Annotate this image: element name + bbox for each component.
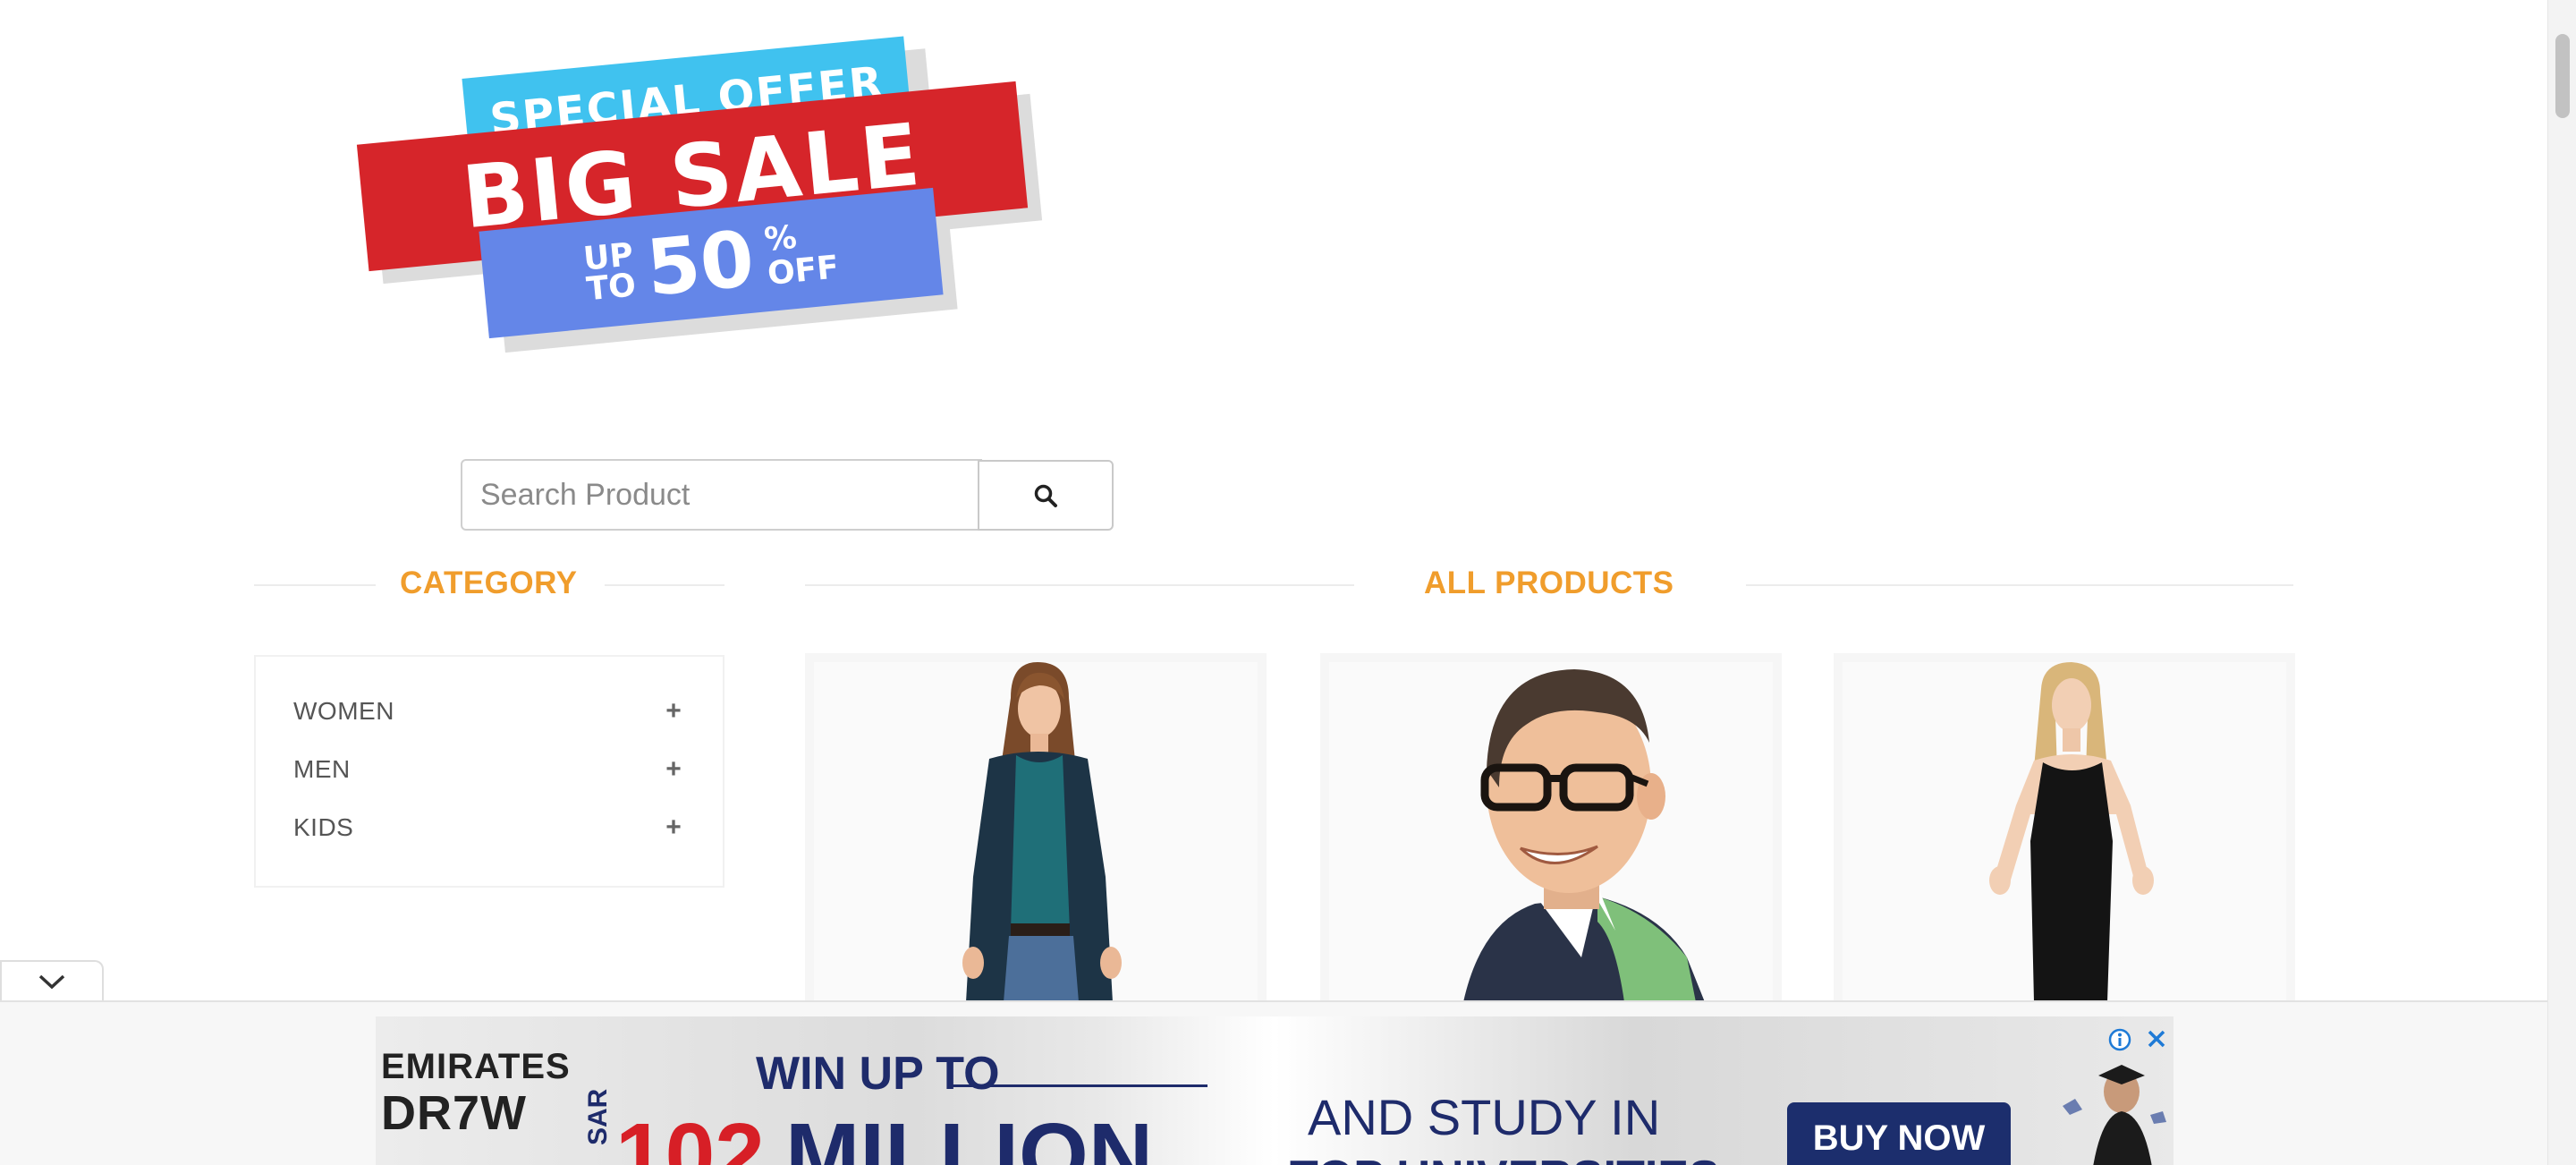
ad-headline: WIN UP TO xyxy=(756,1048,1000,1100)
expand-plus-icon[interactable]: + xyxy=(660,754,687,785)
banner-percent-value: 50 xyxy=(642,214,758,314)
category-item-label: MEN xyxy=(293,755,351,783)
category-item-men[interactable]: MEN + xyxy=(293,747,687,792)
category-title-line-right xyxy=(605,584,724,586)
woman-casual-photo[interactable] xyxy=(814,662,1258,1002)
products-title-line-right xyxy=(1746,584,2293,586)
banner-percent-off: % OFF xyxy=(763,217,841,293)
page-scrollbar[interactable] xyxy=(2547,0,2576,1165)
banner-discount: UP TO 50 % OFF xyxy=(580,207,841,320)
ad-brand-line1: EMIRATES xyxy=(381,1047,571,1086)
ad-info-icon[interactable] xyxy=(2107,1027,2132,1052)
banner-off-text: OFF xyxy=(766,249,841,293)
category-item-women[interactable]: WOMEN + xyxy=(293,689,687,734)
ad-bar: EMIRATES DR7W SAR WIN UP TO 102 MILLION … xyxy=(0,1000,2547,1165)
ad-banner[interactable]: EMIRATES DR7W SAR WIN UP TO 102 MILLION … xyxy=(376,1016,2174,1165)
product-card[interactable] xyxy=(1834,653,2295,1011)
woman-black-dress-photo[interactable] xyxy=(1843,662,2286,1002)
category-panel: WOMEN + MEN + KIDS + xyxy=(254,655,724,888)
chevron-down-icon xyxy=(38,974,65,990)
category-title-line-left xyxy=(254,584,376,586)
ad-subline2: TOP UNIVERSITIES xyxy=(1290,1151,1720,1165)
banner-up-to: UP TO xyxy=(581,236,638,309)
banner-to-text: TO xyxy=(584,267,638,309)
ad-close-icon[interactable] xyxy=(2143,1025,2170,1052)
ad-currency: SAR xyxy=(583,1088,613,1145)
ad-subline: AND STUDY IN xyxy=(1308,1089,1661,1145)
search-button[interactable] xyxy=(978,460,1114,531)
expand-plus-icon[interactable]: + xyxy=(660,812,687,843)
search-icon xyxy=(1034,484,1057,507)
ad-graduate-image xyxy=(2063,1065,2166,1165)
category-item-label: WOMEN xyxy=(293,697,394,725)
products-title-line-left xyxy=(805,584,1354,586)
man-glasses-photo[interactable] xyxy=(1329,662,1773,1002)
category-title: CATEGORY xyxy=(400,565,578,600)
ad-buy-now-button[interactable]: BUY NOW xyxy=(1787,1102,2011,1165)
scrollbar-thumb[interactable] xyxy=(2555,34,2570,118)
product-card[interactable] xyxy=(1320,653,1782,1011)
ad-collapse-button[interactable] xyxy=(0,960,104,1001)
expand-plus-icon[interactable]: + xyxy=(660,696,687,727)
ad-amount: 102 xyxy=(615,1105,765,1165)
search-bar xyxy=(461,459,1114,531)
category-item-kids[interactable]: KIDS + xyxy=(293,805,687,850)
big-sale-banner: SPECIAL OFFER BIG SALE UP TO 50 % OFF xyxy=(349,25,1064,353)
ad-amount-unit: MILLION xyxy=(785,1105,1154,1165)
search-input[interactable] xyxy=(461,459,982,531)
product-card[interactable] xyxy=(805,653,1267,1011)
category-item-label: KIDS xyxy=(293,813,354,841)
page-root: SPECIAL OFFER BIG SALE UP TO 50 % OFF Se… xyxy=(0,0,2576,1165)
ad-brand-line2: DR7W xyxy=(381,1086,527,1140)
products-title: ALL PRODUCTS xyxy=(1424,565,1674,600)
